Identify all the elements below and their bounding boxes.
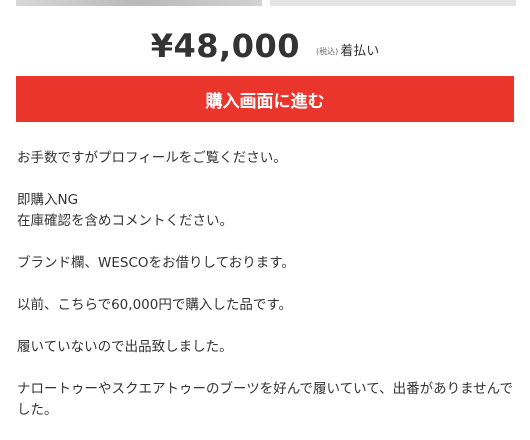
shipping-label: 着払い: [340, 44, 380, 59]
buy-button[interactable]: 購入画面に進む: [16, 76, 514, 122]
tax-included-label: (税込): [315, 47, 339, 56]
item-description: お手数ですがプロフィールをご覧ください。 即購入NG 在庫確認を含めコメントくだ…: [17, 150, 513, 418]
product-image-thumbnail[interactable]: [270, 0, 516, 6]
product-detail-page: ¥48,000 (税込) 着払い 購入画面に進む お手数ですがプロフィールをご覧…: [0, 0, 530, 440]
image-thumbnail-strip: [0, 0, 530, 6]
price: ¥48,000: [150, 27, 300, 65]
product-image-thumbnail[interactable]: [16, 0, 262, 6]
price-row: ¥48,000 (税込) 着払い: [0, 20, 530, 66]
